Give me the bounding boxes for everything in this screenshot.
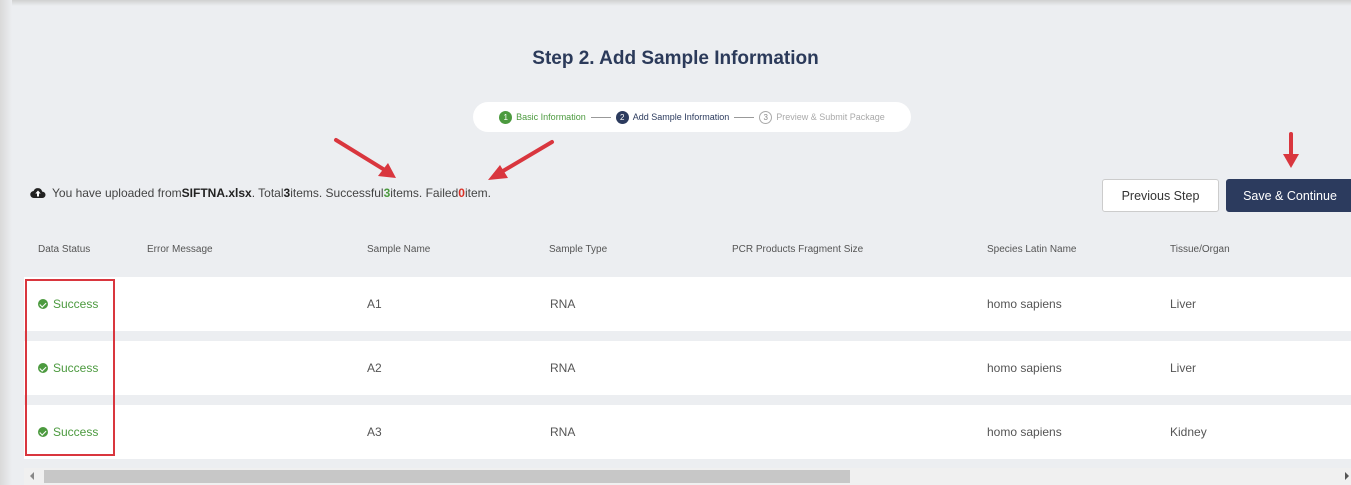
step-number: 2 [615, 110, 629, 124]
step-preview-submit[interactable]: 3 Preview & Submit Package [759, 110, 885, 124]
step-separator [734, 116, 755, 118]
table-header: Data Status Error Message Sample Name Sa… [0, 241, 1351, 261]
tissue-cell: Kidney [1170, 425, 1207, 439]
scroll-thumb[interactable] [44, 470, 850, 483]
save-continue-button[interactable]: Save & Continue [1226, 179, 1351, 212]
species-cell: homo sapiens [987, 361, 1062, 375]
upload-total-count: 3 [283, 186, 291, 200]
upload-success-count: 3 [383, 186, 391, 200]
annotation-arrow-left [334, 138, 396, 178]
sample-type-cell: RNA [550, 361, 576, 375]
header-fragment-size: PCR Products Fragment Size [732, 244, 864, 255]
step-separator [590, 116, 611, 118]
status-cell: Success [38, 425, 98, 439]
step-basic-information[interactable]: 1 Basic Information [499, 110, 586, 124]
upload-file-name: SIFTNA.xlsx [181, 186, 252, 200]
cloud-upload-icon [30, 188, 46, 199]
header-tissue: Tissue/Organ [1170, 244, 1230, 255]
check-circle-icon [38, 427, 48, 437]
progress-stepper: 1 Basic Information 2 Add Sample Informa… [473, 102, 911, 132]
status-text: Success [53, 297, 99, 311]
tissue-cell: Liver [1170, 361, 1197, 375]
sample-name-cell: A1 [367, 297, 382, 311]
page-title: Step 2. Add Sample Information [532, 48, 819, 69]
step-add-sample-information[interactable]: 2 Add Sample Information [615, 110, 730, 124]
sample-type-cell: RNA [550, 297, 576, 311]
sample-type-cell: RNA [550, 425, 576, 439]
status-text: Success [53, 361, 99, 375]
header-sample-name: Sample Name [367, 244, 431, 255]
table-row[interactable]: Success A3 RNA homo sapiens Kidney [24, 405, 1351, 459]
top-shadow [0, 0, 1351, 6]
check-circle-icon [38, 299, 48, 309]
annotation-arrow-down [1283, 132, 1299, 168]
status-cell: Success [38, 297, 98, 311]
scroll-left-icon[interactable] [30, 472, 34, 480]
upload-suffix: item. [464, 186, 491, 200]
check-circle-icon [38, 363, 48, 373]
upload-prefix: You have uploaded from [52, 186, 182, 200]
table-row[interactable]: Success A2 RNA homo sapiens Liver [24, 341, 1351, 395]
horizontal-scrollbar[interactable] [24, 468, 1351, 485]
step-label: Basic Information [516, 112, 586, 122]
step-number: 3 [759, 110, 773, 124]
annotation-arrow-right [488, 140, 554, 180]
previous-step-button[interactable]: Previous Step [1102, 179, 1219, 212]
header-species: Species Latin Name [987, 244, 1077, 255]
step-label: Add Sample Information [632, 112, 730, 122]
header-error-message: Error Message [147, 244, 213, 255]
sample-name-cell: A2 [367, 361, 382, 375]
step-label: Preview & Submit Package [776, 112, 885, 122]
upload-summary: You have uploaded from SIFTNA.xlsx . Tot… [30, 186, 491, 200]
status-cell: Success [38, 361, 98, 375]
sample-name-cell: A3 [367, 425, 382, 439]
step-number: 1 [499, 110, 513, 124]
upload-failed-text: items. Failed [390, 186, 459, 200]
upload-success-text: items. Successful [290, 186, 384, 200]
status-text: Success [53, 425, 99, 439]
species-cell: homo sapiens [987, 425, 1062, 439]
species-cell: homo sapiens [987, 297, 1062, 311]
scroll-right-icon[interactable] [1345, 472, 1349, 480]
header-data-status: Data Status [38, 244, 91, 255]
table-row[interactable]: Success A1 RNA homo sapiens Liver [24, 277, 1351, 331]
header-sample-type: Sample Type [549, 244, 608, 255]
tissue-cell: Liver [1170, 297, 1197, 311]
upload-failed-count: 0 [458, 186, 465, 200]
upload-total-text: . Total [251, 186, 284, 200]
